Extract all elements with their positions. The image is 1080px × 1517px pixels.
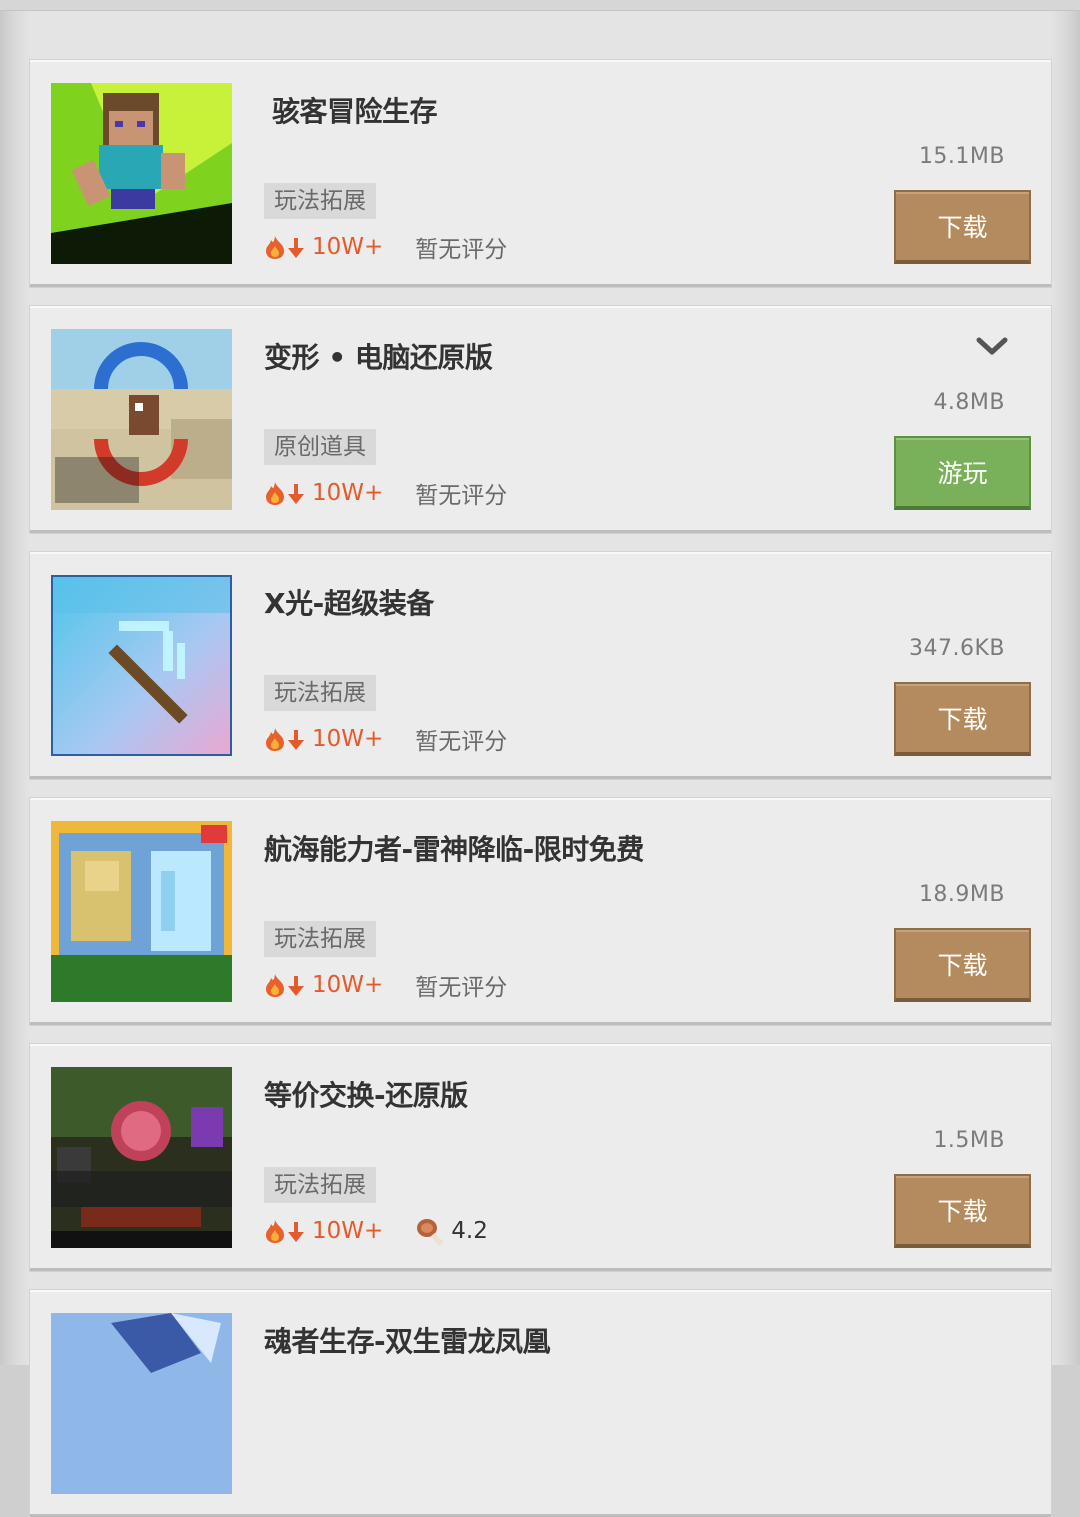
download-count: 10W+ xyxy=(312,726,384,752)
download-button[interactable]: 下载 xyxy=(894,928,1031,1002)
resource-title[interactable]: 骇客冒险生存 xyxy=(272,90,438,130)
meat-rating-icon xyxy=(417,1219,444,1245)
category-tag: 玩法拓展 xyxy=(264,921,376,957)
fire-download-icon xyxy=(266,482,304,505)
fire-download-icon xyxy=(266,1220,304,1243)
resource-thumbnail[interactable] xyxy=(51,83,232,264)
list-item[interactable]: 等价交换-还原版 玩法拓展 10W+ 4.2 1.5MB 下载 xyxy=(30,1044,1051,1271)
download-count: 10W+ xyxy=(312,972,384,998)
download-button[interactable]: 下载 xyxy=(894,682,1031,756)
list-item[interactable]: 骇客冒险生存 玩法拓展 10W+ 暂无评分 15.1MB 下载 xyxy=(30,60,1051,287)
rating-text: 暂无评分 xyxy=(415,729,508,755)
downloads-stat: 10W+ xyxy=(264,972,383,998)
category-tag: 原创道具 xyxy=(264,429,376,465)
downloads-stat: 10W+ xyxy=(264,234,383,260)
category-tag: 玩法拓展 xyxy=(264,675,376,711)
stats-row: 10W+ 4.2 xyxy=(264,1214,488,1248)
resource-thumbnail[interactable] xyxy=(51,821,232,1002)
resource-title[interactable]: 航海能力者-雷神降临-限时免费 xyxy=(264,828,644,868)
top-bar xyxy=(0,0,1080,11)
stats-row: 10W+ 暂无评分 xyxy=(264,968,507,1002)
file-size: 347.6KB xyxy=(908,636,1005,661)
play-button[interactable]: 游玩 xyxy=(894,436,1031,510)
category-tag: 玩法拓展 xyxy=(264,1167,376,1203)
category-tag: 玩法拓展 xyxy=(264,183,376,219)
rating-stat: 4.2 xyxy=(415,1216,488,1246)
rating-value: 4.2 xyxy=(451,1218,488,1244)
resource-thumbnail[interactable] xyxy=(51,575,232,756)
file-size: 4.8MB xyxy=(933,390,1005,415)
download-button[interactable]: 下载 xyxy=(894,190,1031,264)
resource-title[interactable]: 魂者生存-双生雷龙凤凰 xyxy=(264,1320,551,1360)
resource-thumbnail[interactable] xyxy=(51,1067,232,1248)
fire-download-icon xyxy=(266,236,304,259)
list-item[interactable]: 魂者生存-双生雷龙凤凰 xyxy=(30,1290,1051,1517)
resource-title[interactable]: 等价交换-还原版 xyxy=(264,1074,468,1114)
resource-title[interactable]: 变形 • 电脑还原版 xyxy=(264,336,493,376)
download-count: 10W+ xyxy=(312,480,384,506)
resource-title[interactable]: X光-超级装备 xyxy=(264,582,434,622)
download-button[interactable]: 下载 xyxy=(894,1174,1031,1248)
rating-text: 暂无评分 xyxy=(415,237,508,263)
download-count: 10W+ xyxy=(312,1218,384,1244)
list-item[interactable]: 变形 • 电脑还原版 原创道具 10W+ 暂无评分 4.8MB 游玩 xyxy=(30,306,1051,533)
resource-thumbnail[interactable] xyxy=(51,1313,232,1494)
rating-text: 暂无评分 xyxy=(415,483,508,509)
file-size: 18.9MB xyxy=(918,882,1005,907)
file-size: 15.1MB xyxy=(918,144,1005,169)
rating-text: 暂无评分 xyxy=(415,975,508,1001)
download-count: 10W+ xyxy=(312,234,384,260)
file-size: 1.5MB xyxy=(933,1128,1005,1153)
stats-row: 10W+ 暂无评分 xyxy=(264,476,507,510)
downloads-stat: 10W+ xyxy=(264,1218,383,1244)
stats-row: 10W+ 暂无评分 xyxy=(264,722,507,756)
fire-download-icon xyxy=(266,728,304,751)
chevron-down-icon[interactable] xyxy=(975,334,1009,358)
resource-thumbnail[interactable] xyxy=(51,329,232,510)
downloads-stat: 10W+ xyxy=(264,726,383,752)
fire-download-icon xyxy=(266,974,304,997)
list-item[interactable]: 航海能力者-雷神降临-限时免费 玩法拓展 10W+ 暂无评分 18.9MB 下载 xyxy=(30,798,1051,1025)
stats-row: 10W+ 暂无评分 xyxy=(264,230,507,264)
downloads-stat: 10W+ xyxy=(264,480,383,506)
list-item[interactable]: X光-超级装备 玩法拓展 10W+ 暂无评分 347.6KB 下载 xyxy=(30,552,1051,779)
